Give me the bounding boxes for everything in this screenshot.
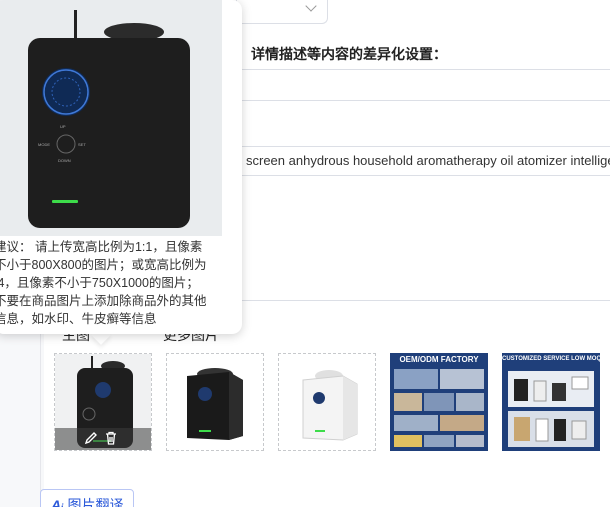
translate-button-label: 图片翻译 (67, 497, 124, 507)
category-select[interactable] (236, 0, 328, 24)
hint-line: 不要在商品图片上添加除商品外的其他 (0, 294, 207, 308)
hint-line: :4，且像素不小于750X1000的图片； (0, 276, 199, 290)
factory-collage-image (390, 353, 488, 451)
thumbnail-customized-service[interactable]: CUSTOMIZED SERVICE LOW MOQ (502, 353, 600, 451)
image-upload-hint: 建议： 请上传宽高比例为1:1，且像素 不小于800X800的图片；或宽高比例为… (0, 238, 238, 328)
banner-title: CUSTOMIZED SERVICE LOW MOQ (502, 356, 600, 362)
product-title-input[interactable]: D screen anhydrous household aromatherap… (226, 146, 610, 176)
section-title: 详情描述等内容的差异化设置： (251, 46, 447, 62)
device-mode-label: MODE (38, 142, 50, 147)
hint-line: 建议： 请上传宽高比例为1:1，且像素 (0, 240, 203, 254)
divider (226, 69, 610, 70)
thumbnail-toolbar (55, 428, 151, 450)
image-preview: UP MODE SET DOWN (0, 0, 222, 236)
trash-icon[interactable] (103, 431, 119, 447)
thumbnail-oem-odm-factory[interactable]: OEM/ODM FACTORY (390, 353, 488, 451)
device-down-label: DOWN (58, 158, 71, 163)
thumbnail-black-atomizer-angle[interactable] (166, 353, 264, 451)
thumbnail-black-atomizer-front[interactable] (54, 353, 152, 451)
divider (240, 300, 610, 301)
hint-line: 信息，如水印、牛皮癣等信息 (0, 312, 157, 326)
custom-service-collage-image (502, 353, 600, 451)
hint-line: 不小于800X800的图片；或宽高比例为 (0, 258, 207, 272)
pencil-icon[interactable] (83, 431, 99, 447)
banner-title: OEM/ODM FACTORY (399, 355, 479, 364)
white-atomizer-image (279, 354, 375, 450)
divider (226, 100, 610, 101)
chevron-down-icon (305, 0, 317, 12)
ai-translate-icon: Aᵢ (51, 497, 64, 507)
black-atomizer-angled-image (167, 354, 263, 450)
aroma-diffuser-preview-image (0, 0, 222, 236)
image-translate-button[interactable]: Aᵢ 图片翻译 (40, 489, 134, 507)
thumbnail-white-atomizer[interactable] (278, 353, 376, 451)
device-up-label: UP (60, 124, 66, 129)
device-set-label: SET (78, 142, 86, 147)
image-preview-popover: UP MODE SET DOWN 建议： 请上传宽高比例为1:1，且像素 不小于… (0, 0, 242, 334)
